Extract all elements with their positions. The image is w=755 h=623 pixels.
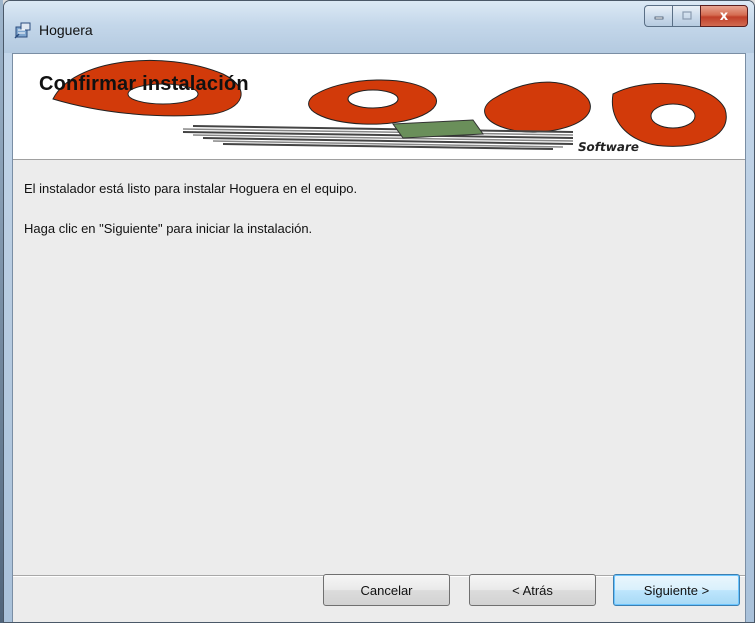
page-title: Confirmar instalación [39, 73, 249, 95]
cancel-button[interactable]: Cancelar [323, 574, 450, 606]
maximize-icon [681, 11, 692, 20]
maximize-button[interactable] [672, 5, 700, 27]
minimize-button[interactable] [644, 5, 672, 27]
window-title: Hoguera [39, 22, 93, 38]
caption-buttons: x [644, 5, 748, 31]
close-button[interactable]: x [700, 5, 748, 27]
installer-app-icon [14, 22, 31, 39]
logo-wordmark: Software [576, 140, 641, 154]
instruction-message: Haga clic en "Siguiente" para iniciar la… [24, 221, 313, 236]
next-button[interactable]: Siguiente > [613, 574, 740, 606]
installer-window: Hoguera x Software Confirmar instalación… [3, 0, 755, 623]
minimize-icon [654, 16, 663, 20]
header-banner: Software Confirmar instalación [13, 54, 745, 160]
ready-message: El instalador está listo para instalar H… [24, 181, 358, 196]
dialog-client-area: Software Confirmar instalación El instal… [12, 53, 746, 622]
back-button[interactable]: < Atrás [469, 574, 596, 606]
title-bar[interactable]: Hoguera x [4, 1, 754, 53]
close-icon: x [719, 8, 729, 24]
